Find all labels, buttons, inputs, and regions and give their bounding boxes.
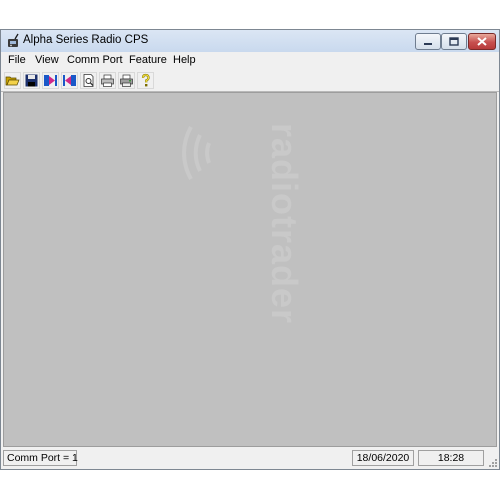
menu-comm-port[interactable]: Comm Port — [67, 54, 123, 66]
close-icon — [477, 37, 487, 46]
date-status: 18/06/2020 — [352, 450, 414, 466]
app-window: Alpha Series Radio CPS File View Comm Po… — [0, 29, 500, 470]
window-title: Alpha Series Radio CPS — [23, 34, 149, 46]
watermark-logo: radiotrader — [182, 123, 305, 324]
open-button[interactable] — [4, 72, 21, 89]
open-icon — [5, 76, 20, 86]
minimize-button[interactable] — [415, 33, 441, 50]
print-button[interactable] — [99, 72, 116, 89]
menu-view[interactable]: View — [35, 54, 59, 66]
comm-port-status: Comm Port = 1 — [3, 450, 78, 466]
save-icon — [25, 74, 38, 87]
read-from-radio-icon — [44, 75, 57, 86]
maximize-icon — [449, 37, 459, 46]
toolbar — [1, 70, 499, 92]
minimize-icon — [424, 43, 432, 45]
resize-grip-icon[interactable] — [488, 458, 498, 468]
print-icon — [101, 74, 114, 87]
radio-app-icon — [8, 33, 19, 47]
menu-feature[interactable]: Feature — [129, 54, 167, 66]
print-setup-button[interactable] — [118, 72, 135, 89]
print-preview-button[interactable] — [80, 72, 97, 89]
title-bar[interactable]: Alpha Series Radio CPS — [1, 30, 499, 52]
write-radio-button[interactable] — [61, 72, 78, 89]
read-radio-button[interactable] — [42, 72, 59, 89]
print-preview-icon — [83, 74, 94, 87]
save-button[interactable] — [23, 72, 40, 89]
help-button[interactable] — [137, 72, 154, 89]
menu-help[interactable]: Help — [173, 54, 196, 66]
mdi-client-area[interactable]: radiotrader — [3, 92, 497, 447]
close-button[interactable] — [468, 33, 496, 50]
maximize-button[interactable] — [441, 33, 467, 50]
menu-file[interactable]: File — [8, 54, 26, 66]
watermark-text: radiotrader — [264, 123, 305, 324]
time-status: 18:28 — [418, 450, 484, 466]
print-setup-icon — [120, 74, 133, 87]
write-to-radio-icon — [63, 75, 76, 86]
status-bar: Comm Port = 1 18/06/2020 18:28 — [1, 447, 499, 469]
menu-bar: File View Comm Port Feature Help — [1, 52, 499, 70]
help-icon — [141, 73, 150, 87]
